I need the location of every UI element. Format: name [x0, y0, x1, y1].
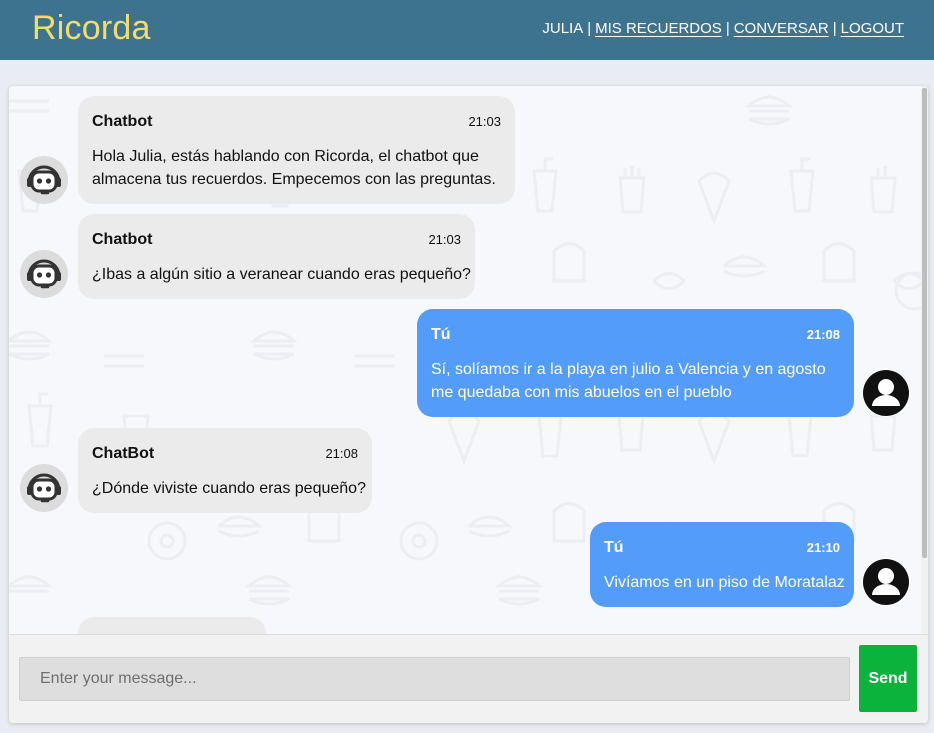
nav-separator: |: [587, 20, 592, 37]
message-author: Tú: [431, 326, 451, 343]
message-author: Chatbot: [92, 113, 153, 130]
message-time: 21:03: [428, 232, 461, 247]
message-text-line: me quedaba con mis abuelos en el pueblo: [431, 384, 732, 401]
send-button[interactable]: Send: [859, 645, 917, 712]
message-time: 21:03: [468, 114, 501, 129]
robot-icon: [27, 165, 61, 195]
message-text: ¿Ibas a algún sitio a veranear cuando er…: [92, 263, 471, 286]
user-avatar: [862, 369, 910, 417]
message-author: ChatBot: [92, 445, 155, 462]
robot-icon: [27, 473, 61, 503]
chat-card: Chatbot 21:03 Hola Julia, estás hablando…: [9, 86, 928, 723]
top-nav: JULIA | MIS RECUERDOS | CONVERSAR | LOGOUT: [542, 20, 904, 37]
chat-scrollbar-thumb[interactable]: [922, 88, 927, 558]
nav-separator: |: [725, 20, 730, 37]
chat-scrollbar[interactable]: [921, 86, 928, 634]
nav-link-conversar[interactable]: CONVERSAR: [734, 20, 829, 37]
message-composer: Send: [9, 634, 928, 723]
user-icon: [863, 370, 909, 416]
message-text-line: Vivíamos en un piso de Moratalaz: [604, 574, 845, 591]
message-text-line: ¿Dónde viviste cuando eras pequeño?: [92, 480, 366, 497]
message-time: 21:08: [806, 327, 840, 342]
chat-message-user: Tú 21:08 Sí, solíamos ir a la playa en j…: [417, 309, 854, 417]
brand-logo[interactable]: Ricorda: [32, 9, 151, 48]
robot-icon: [27, 259, 61, 289]
message-time: 21:10: [806, 540, 840, 555]
bot-avatar: [20, 464, 68, 512]
message-author: Tú: [604, 539, 624, 556]
nav-link-mis-recuerdos[interactable]: MIS RECUERDOS: [595, 20, 722, 37]
message-text-line: Hola Julia, estás hablando con Ricorda, …: [92, 148, 479, 165]
message-text-line: almacena tus recuerdos. Empecemos con la…: [92, 171, 496, 188]
message-text-line: Sí, solíamos ir a la playa en julio a Va…: [431, 361, 826, 378]
message-text: Hola Julia, estás hablando con Ricorda, …: [92, 145, 496, 191]
user-icon: [863, 559, 909, 605]
message-text-line: ¿Ibas a algún sitio a veranear cuando er…: [92, 266, 471, 283]
bot-avatar: [20, 156, 68, 204]
chat-messages[interactable]: Chatbot 21:03 Hola Julia, estás hablando…: [9, 86, 928, 634]
message-author: Chatbot: [92, 231, 153, 248]
nav-link-logout[interactable]: LOGOUT: [841, 20, 904, 37]
chat-message-bot-partial: [78, 617, 266, 634]
chat-message-user: Tú 21:10 Vivíamos en un piso de Moratala…: [590, 522, 854, 607]
message-text: Vivíamos en un piso de Moratalaz: [604, 571, 845, 594]
chat-message-bot: Chatbot 21:03 Hola Julia, estás hablando…: [78, 96, 515, 204]
nav-separator: |: [832, 20, 837, 37]
top-bar: Ricorda JULIA | MIS RECUERDOS | CONVERSAR | LO…: [0, 0, 934, 60]
message-text: Sí, solíamos ir a la playa en julio a Va…: [431, 358, 826, 404]
chat-message-bot: ChatBot 21:08 ¿Dónde viviste cuando eras…: [78, 428, 372, 513]
bot-avatar: [20, 250, 68, 298]
message-time: 21:08: [325, 446, 358, 461]
message-text: ¿Dónde viviste cuando eras pequeño?: [92, 477, 366, 500]
user-avatar: [862, 558, 910, 606]
nav-user-name: JULIA: [542, 20, 584, 37]
message-input[interactable]: [19, 657, 850, 701]
chat-message-bot: Chatbot 21:03 ¿Ibas a algún sitio a vera…: [78, 214, 475, 299]
